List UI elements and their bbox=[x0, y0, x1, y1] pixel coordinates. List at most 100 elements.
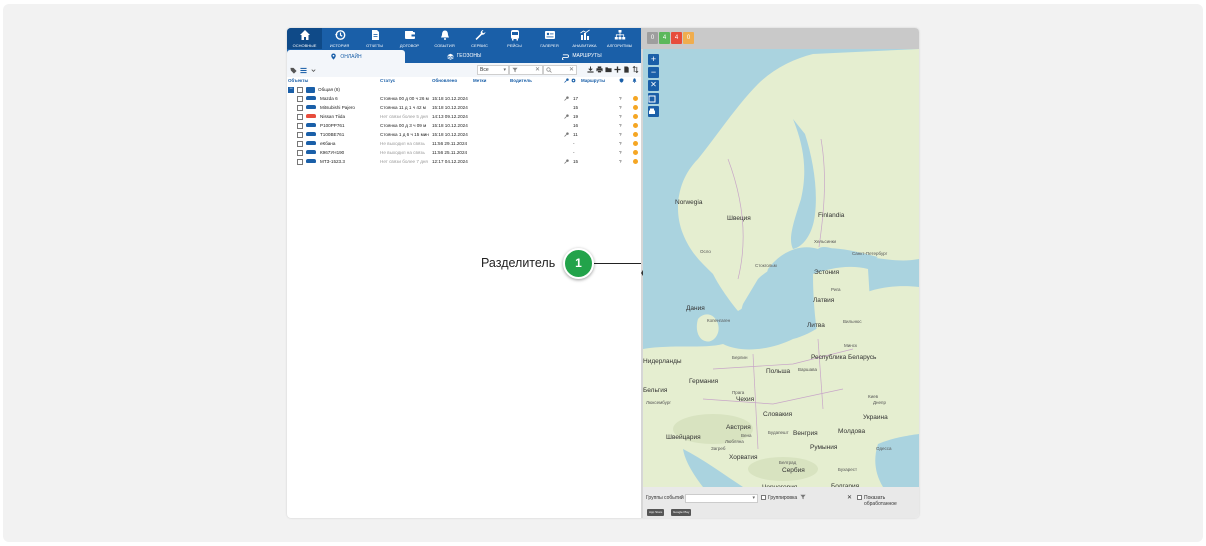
column-updated[interactable]: Обновлено bbox=[432, 78, 457, 83]
question-icon[interactable]: ? bbox=[619, 150, 622, 155]
column-status[interactable]: Статус bbox=[380, 78, 395, 83]
map-label: Украина bbox=[863, 414, 888, 421]
counter-badge-red[interactable]: 4 bbox=[671, 32, 682, 44]
nav-item-main[interactable]: Основные bbox=[287, 28, 322, 49]
key-icon bbox=[564, 114, 569, 119]
table-row[interactable]: К967УН190 Не выходил на связь 11:56 25.11.… bbox=[287, 148, 641, 157]
document-icon[interactable] bbox=[623, 66, 630, 73]
group-checkbox[interactable] bbox=[297, 87, 303, 93]
collapse-toggle[interactable]: − bbox=[288, 86, 294, 93]
car-icon bbox=[306, 150, 316, 154]
nav-item-reports[interactable]: Отчеты bbox=[357, 28, 392, 49]
row-checkbox[interactable] bbox=[297, 159, 303, 165]
column-tags[interactable]: Метки bbox=[473, 78, 486, 83]
events-clear-icon[interactable]: ✕ bbox=[847, 494, 852, 501]
row-checkbox[interactable] bbox=[297, 132, 303, 138]
panel-tabs: Онлайн Геозоны Маршруты bbox=[287, 49, 641, 63]
nav-item-contract[interactable]: Договор bbox=[392, 28, 427, 49]
sort-icon[interactable] bbox=[632, 66, 639, 73]
row-checkbox[interactable] bbox=[297, 96, 303, 102]
table-row[interactable]: еКбана Не выходил на связь 11:56 29.11.202… bbox=[287, 139, 641, 148]
tab-routes[interactable]: Маршруты bbox=[523, 49, 641, 63]
object-name[interactable]: Mitsubishi Pajero bbox=[320, 105, 355, 110]
key-icon bbox=[564, 132, 569, 137]
filter-clear-icon[interactable]: ✕ bbox=[535, 66, 540, 74]
nav-item-service[interactable]: Сервис bbox=[462, 28, 497, 49]
group-row[interactable]: − Общая (8) bbox=[287, 85, 641, 94]
row-checkbox[interactable] bbox=[297, 114, 303, 120]
map-label: Минск bbox=[844, 343, 857, 348]
search-clear-icon[interactable]: ✕ bbox=[569, 66, 574, 74]
object-name[interactable]: К967УН190 bbox=[320, 150, 344, 155]
tab-geozones[interactable]: Геозоны bbox=[405, 49, 523, 63]
object-updated: 15:18 10.12.2024 bbox=[432, 105, 468, 110]
tab-online[interactable]: Онлайн bbox=[287, 50, 405, 63]
nav-item-analytics[interactable]: Аналитика bbox=[567, 28, 602, 49]
table-row[interactable]: Nissan Tiida Нет связи более 5 дня 14:13 0… bbox=[287, 112, 641, 121]
counter-badge-orange[interactable]: 0 bbox=[683, 32, 694, 44]
question-icon[interactable]: ? bbox=[619, 105, 622, 110]
filter-input[interactable]: ✕ bbox=[509, 65, 543, 75]
map-label: Белград bbox=[779, 460, 797, 465]
app-store-badge[interactable]: App Store bbox=[647, 509, 665, 516]
column-driver[interactable]: Водитель bbox=[510, 78, 532, 83]
map-header-bar: 0 4 4 0 bbox=[641, 28, 919, 49]
events-group-select[interactable]: ▾ bbox=[685, 494, 758, 503]
nav-item-history[interactable]: История bbox=[322, 28, 357, 49]
object-name[interactable]: Р100РР761 bbox=[320, 123, 345, 128]
show-processed-checkbox[interactable] bbox=[857, 495, 862, 500]
nav-item-gallery[interactable]: Галерея bbox=[532, 28, 567, 49]
question-icon[interactable]: ? bbox=[619, 141, 622, 146]
question-icon[interactable]: ? bbox=[619, 114, 622, 119]
group-name: Общая (8) bbox=[318, 87, 340, 92]
add-icon[interactable] bbox=[614, 66, 621, 73]
counter-badge-green[interactable]: 4 bbox=[659, 32, 670, 44]
google-play-badge[interactable]: Google Play bbox=[671, 509, 692, 516]
status-dot-icon bbox=[633, 132, 638, 137]
row-checkbox[interactable] bbox=[297, 123, 303, 129]
question-icon[interactable]: ? bbox=[619, 96, 622, 101]
nav-item-trips[interactable]: Рейсы bbox=[497, 28, 532, 49]
folder-icon[interactable] bbox=[605, 66, 612, 73]
zoom-out-button[interactable]: − bbox=[648, 67, 659, 78]
column-routes[interactable]: Маршруты bbox=[581, 78, 605, 83]
map-print-button[interactable] bbox=[648, 106, 659, 117]
chevron-down-icon[interactable] bbox=[310, 67, 317, 74]
table-row[interactable]: МТЗ-1523.3 Нет связи более 7 дня 12:17 04.… bbox=[287, 157, 641, 166]
download-icon[interactable] bbox=[587, 66, 594, 73]
list-menu-icon[interactable] bbox=[300, 67, 307, 74]
object-name[interactable]: еКбана bbox=[320, 141, 335, 146]
row-checkbox[interactable] bbox=[297, 141, 303, 147]
question-icon[interactable]: ? bbox=[619, 123, 622, 128]
map-layer-button[interactable] bbox=[648, 93, 659, 104]
map-label: Вена bbox=[741, 433, 752, 438]
funnel-icon[interactable] bbox=[800, 494, 806, 500]
map-label: Хельсинки bbox=[814, 239, 837, 244]
object-name[interactable]: Mazda 6 bbox=[320, 96, 338, 101]
counter-badge-gray[interactable]: 0 bbox=[647, 32, 658, 44]
close-map-button[interactable]: ✕ bbox=[648, 80, 659, 91]
table-row[interactable]: Р100РР761 Стоянка 00 д 3 ч 09 м 15:18 10.1… bbox=[287, 121, 641, 130]
question-icon[interactable]: ? bbox=[619, 159, 622, 164]
nav-item-events[interactable]: События bbox=[427, 28, 462, 49]
map-label: Днепр bbox=[873, 400, 886, 405]
tag-filter-icon[interactable] bbox=[290, 67, 297, 74]
object-name[interactable]: МТЗ-1523.3 bbox=[320, 159, 345, 164]
object-name[interactable]: Nissan Tiida bbox=[320, 114, 345, 119]
search-input[interactable]: ✕ bbox=[543, 65, 577, 75]
row-checkbox[interactable] bbox=[297, 150, 303, 156]
car-icon bbox=[306, 159, 316, 163]
table-row[interactable]: Т100ВЕ761 Стоянка 1 д 6 ч 15 мин 15:18 10.… bbox=[287, 130, 641, 139]
print-icon[interactable] bbox=[596, 66, 603, 73]
row-checkbox[interactable] bbox=[297, 105, 303, 111]
object-type-select[interactable]: Все ▾ bbox=[477, 65, 509, 75]
table-row[interactable]: Mitsubishi Pajero Стоянка 11 д 1 ч 42 м 15… bbox=[287, 103, 641, 112]
table-row[interactable]: Mazda 6 Стоянка 00 д 00 ч 26 м 15:18 10.12… bbox=[287, 94, 641, 103]
nav-item-algorithms[interactable]: Алгоритмы bbox=[602, 28, 637, 49]
question-icon[interactable]: ? bbox=[619, 132, 622, 137]
map-view[interactable]: + − ✕ Norwegia Швеция Finlandia Хельсинки Са… bbox=[643, 49, 919, 487]
object-name[interactable]: Т100ВЕ761 bbox=[320, 132, 344, 137]
grouping-checkbox[interactable] bbox=[761, 495, 766, 500]
column-objects[interactable]: Объекты bbox=[288, 78, 308, 83]
zoom-in-button[interactable]: + bbox=[648, 54, 659, 65]
